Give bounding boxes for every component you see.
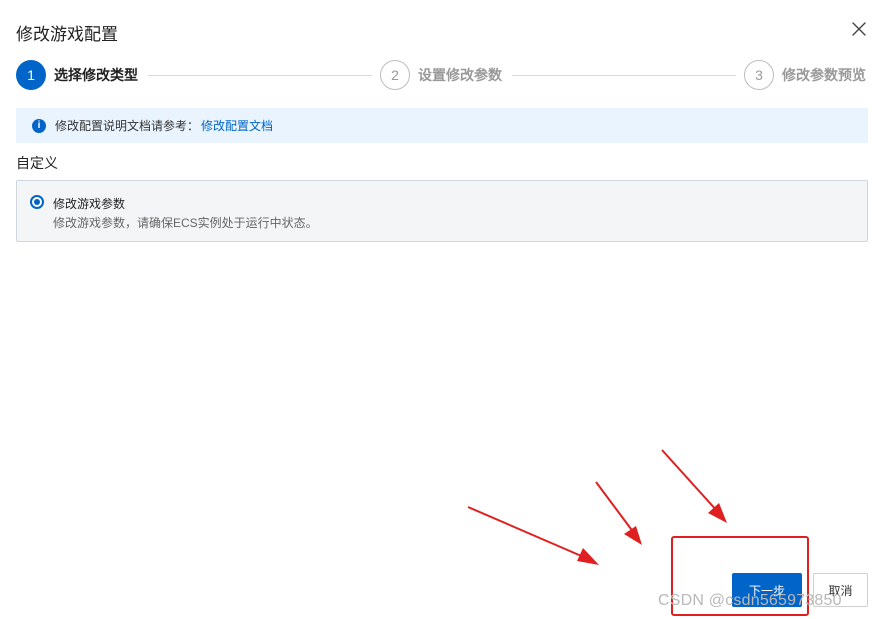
step-3-number: 3 [744,60,774,90]
step-2: 2 设置修改参数 [380,58,502,92]
next-step-button[interactable]: 下一步 [732,573,802,607]
info-banner: i 修改配置说明文档请参考： 修改配置文档 [16,108,868,143]
dialog-title: 修改游戏配置 [16,25,118,44]
step-3-label: 修改参数预览 [782,67,866,83]
step-connector [148,75,372,76]
cancel-button[interactable]: 取消 [813,573,868,607]
annotation-arrows [467,449,727,565]
option-radio[interactable] [30,195,44,209]
step-connector [512,75,736,76]
info-text: 修改配置说明文档请参考： [55,119,200,133]
annotation-arrow-middle [595,481,642,545]
step-2-number: 2 [380,60,410,90]
annotation-arrow-left [467,506,599,565]
step-3: 3 修改参数预览 [744,58,866,92]
annotation-arrow-right [661,449,727,523]
config-doc-link[interactable]: 修改配置文档 [201,117,273,134]
close-icon [852,22,866,36]
option-description: 修改游戏参数，请确保ECS实例处于运行中状态。 [53,216,318,230]
step-1: 1 选择修改类型 [16,58,138,92]
info-icon: i [32,118,46,133]
step-1-number: 1 [16,60,46,90]
modify-game-config-dialog: 修改游戏配置 1 选择修改类型 2 设置修改参数 3 修改参数预览 i 修改配置… [0,0,883,619]
option-title: 修改游戏参数 [53,197,126,211]
close-button[interactable] [850,20,868,38]
modify-game-params-option[interactable]: 修改游戏参数 修改游戏参数，请确保ECS实例处于运行中状态。 [16,180,868,242]
step-2-label: 设置修改参数 [418,67,502,83]
step-1-label: 选择修改类型 [54,67,138,83]
section-title: 自定义 [16,155,58,171]
step-progress: 1 选择修改类型 2 设置修改参数 3 修改参数预览 [16,58,868,92]
